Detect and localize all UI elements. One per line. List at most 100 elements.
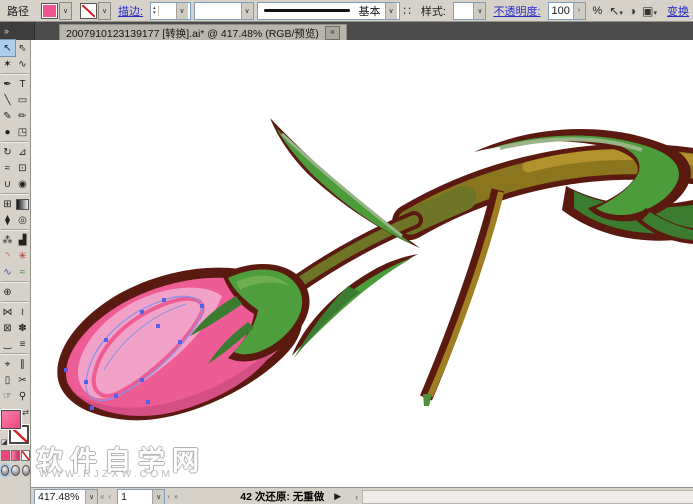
style-combo[interactable]: ∨ [453,2,487,20]
fill-swatch-icon[interactable] [41,3,58,19]
warp-tool[interactable]: ≈ [0,160,15,176]
stroke-weight-chevron-icon[interactable]: ∨ [176,3,188,19]
style-chevron-icon[interactable]: ∨ [473,3,485,19]
blob-brush-tool[interactable]: ● [0,124,15,140]
lasso-tool[interactable]: ∿ [15,56,30,72]
thin-stem-tip[interactable] [423,394,432,406]
anchor-point[interactable] [162,298,166,302]
opacity-link[interactable]: 不透明度: [493,3,540,19]
smooth-tool[interactable]: ≈ [15,264,30,280]
anchor-point[interactable] [140,378,144,382]
stroke-link[interactable]: 描边: [118,3,143,19]
pen-tool[interactable]: ✒ [0,76,15,92]
pencil-tool[interactable]: ✏ [15,108,30,124]
proportion-icon[interactable]: ∷ [403,4,411,18]
panel-collapse-icon[interactable]: » [4,26,9,36]
stroke-color-control[interactable]: ∨ [80,2,111,20]
live-paint-bucket-tool[interactable]: ◉ [15,176,30,192]
mesh-warp-tool[interactable]: ⊠ [0,320,15,336]
anchor-point[interactable] [156,324,160,328]
line-segment-tool[interactable]: ╲ [0,92,15,108]
anchor-point[interactable] [104,338,108,342]
fullscreen-mode-button[interactable] [22,465,30,476]
eraser-tool[interactable]: ◳ [15,124,30,140]
measure-tool[interactable]: ⌖ [0,356,15,372]
previous-page-button[interactable]: ‹ [108,492,111,501]
anchor-point[interactable] [114,394,118,398]
brush-chevron-icon[interactable]: ∨ [385,3,397,19]
stroke-weight-combo[interactable]: ▴▾ ∨ [150,2,191,20]
curvature-tool[interactable]: ∿ [0,264,15,280]
anchor-point[interactable] [146,400,150,404]
anchor-point[interactable] [84,380,88,384]
brush-definition-combo[interactable]: 基本 ∨ [257,2,401,20]
anchor-point[interactable] [90,406,94,410]
horizontal-scrollbar-track[interactable] [362,490,693,504]
direct-selection-tool[interactable]: ⇖ [15,40,30,56]
fill-chevron-icon[interactable]: ∨ [59,2,72,20]
anchor-point[interactable] [200,304,204,308]
symbol-sprayer-tool[interactable]: ⁂ [0,232,15,248]
zoom-tool[interactable]: ⚲ [15,388,30,404]
flatten-tool[interactable]: ≡ [15,336,30,352]
align-options-icon[interactable]: ▣▾ [642,4,657,18]
ruler-tool[interactable]: ∥ [15,356,30,372]
shape-builder-tool[interactable]: ∪ [0,176,15,192]
toolbar-panel-header[interactable]: » [0,22,35,40]
free-transform-tool[interactable]: ⊡ [15,160,30,176]
fill-color-control[interactable]: ∨ [41,2,72,20]
page-combo[interactable]: 1 ∨ [117,489,165,504]
first-page-button[interactable]: « [100,492,104,501]
eyedropper-tool[interactable]: ⧫ [0,212,15,228]
recolor-artwork-icon[interactable]: ◑ [629,4,636,18]
default-fill-stroke-icon[interactable]: ◪ [1,438,8,446]
anchor-point[interactable] [178,340,182,344]
column-graph-tool[interactable]: ▟ [15,232,30,248]
fill-indicator-swatch-icon[interactable] [1,410,21,429]
scribble-tool[interactable]: ‿ [0,336,15,352]
knife-tool[interactable]: ✂ [15,372,30,388]
envelope-tool[interactable]: ⋈ [0,304,15,320]
scale-tool[interactable]: ⊿ [15,144,30,160]
opacity-stepper-icon[interactable]: › [573,3,585,19]
transform-link[interactable]: 变换 [667,3,689,19]
swap-fill-stroke-icon[interactable]: ⇄ [22,408,29,417]
pucker-tool[interactable]: ✽ [15,320,30,336]
selection-tool[interactable]: ↖ [0,40,15,56]
type-tool[interactable]: T [15,76,30,92]
blend-tool[interactable]: ◎ [15,212,30,228]
arc-tool[interactable]: ◝ [0,248,15,264]
document-tab[interactable]: 2007910123139177 [转换].ai* @ 417.48% (RGB… [59,24,347,41]
gradient-button[interactable] [11,450,20,461]
rotate-tool[interactable]: ↻ [0,144,15,160]
rectangle-tool[interactable]: ▭ [15,92,30,108]
stroke-none-swatch-icon[interactable] [80,3,97,19]
stroke-weight-spinner[interactable]: ▴▾ [151,6,159,16]
last-page-button[interactable]: » [174,492,178,501]
page-chevron-icon[interactable]: ∨ [152,490,164,504]
normal-screen-mode-button[interactable] [1,465,9,476]
anchor-point[interactable] [140,310,144,314]
status-menu-arrow-icon[interactable]: ▶ [334,491,341,502]
gradient-tool[interactable] [15,196,30,212]
document-canvas[interactable]: 软件自学网 WWW.RJZXW.COM [30,40,693,487]
opacity-combo[interactable]: 100 › [548,2,586,20]
none-button[interactable] [21,450,30,461]
magic-wand-tool[interactable]: ✶ [0,56,15,72]
scroll-left-icon[interactable]: ‹ [355,492,358,502]
width-profile-chevron-icon[interactable]: ∨ [241,3,253,19]
zoom-chevron-icon[interactable]: ∨ [85,490,97,504]
upper-leaf-highlight[interactable] [282,134,402,236]
zoom-level-combo[interactable]: 417.48% ∨ [34,489,98,504]
artboard-tool[interactable]: ▯ [0,372,15,388]
color-button[interactable] [1,450,10,461]
hand-tool[interactable]: ☞ [0,388,15,404]
stroke-chevron-icon[interactable]: ∨ [98,2,111,20]
tab-close-icon[interactable]: × [325,26,340,40]
next-page-button[interactable]: › [167,492,170,501]
width-tool[interactable]: ⊕ [0,284,15,300]
select-similar-icon[interactable]: ↖▾ [609,4,623,18]
spiral-tool[interactable]: ✳ [15,248,30,264]
anchor-point[interactable] [64,368,68,372]
mesh-tool[interactable]: ⊞ [0,196,15,212]
